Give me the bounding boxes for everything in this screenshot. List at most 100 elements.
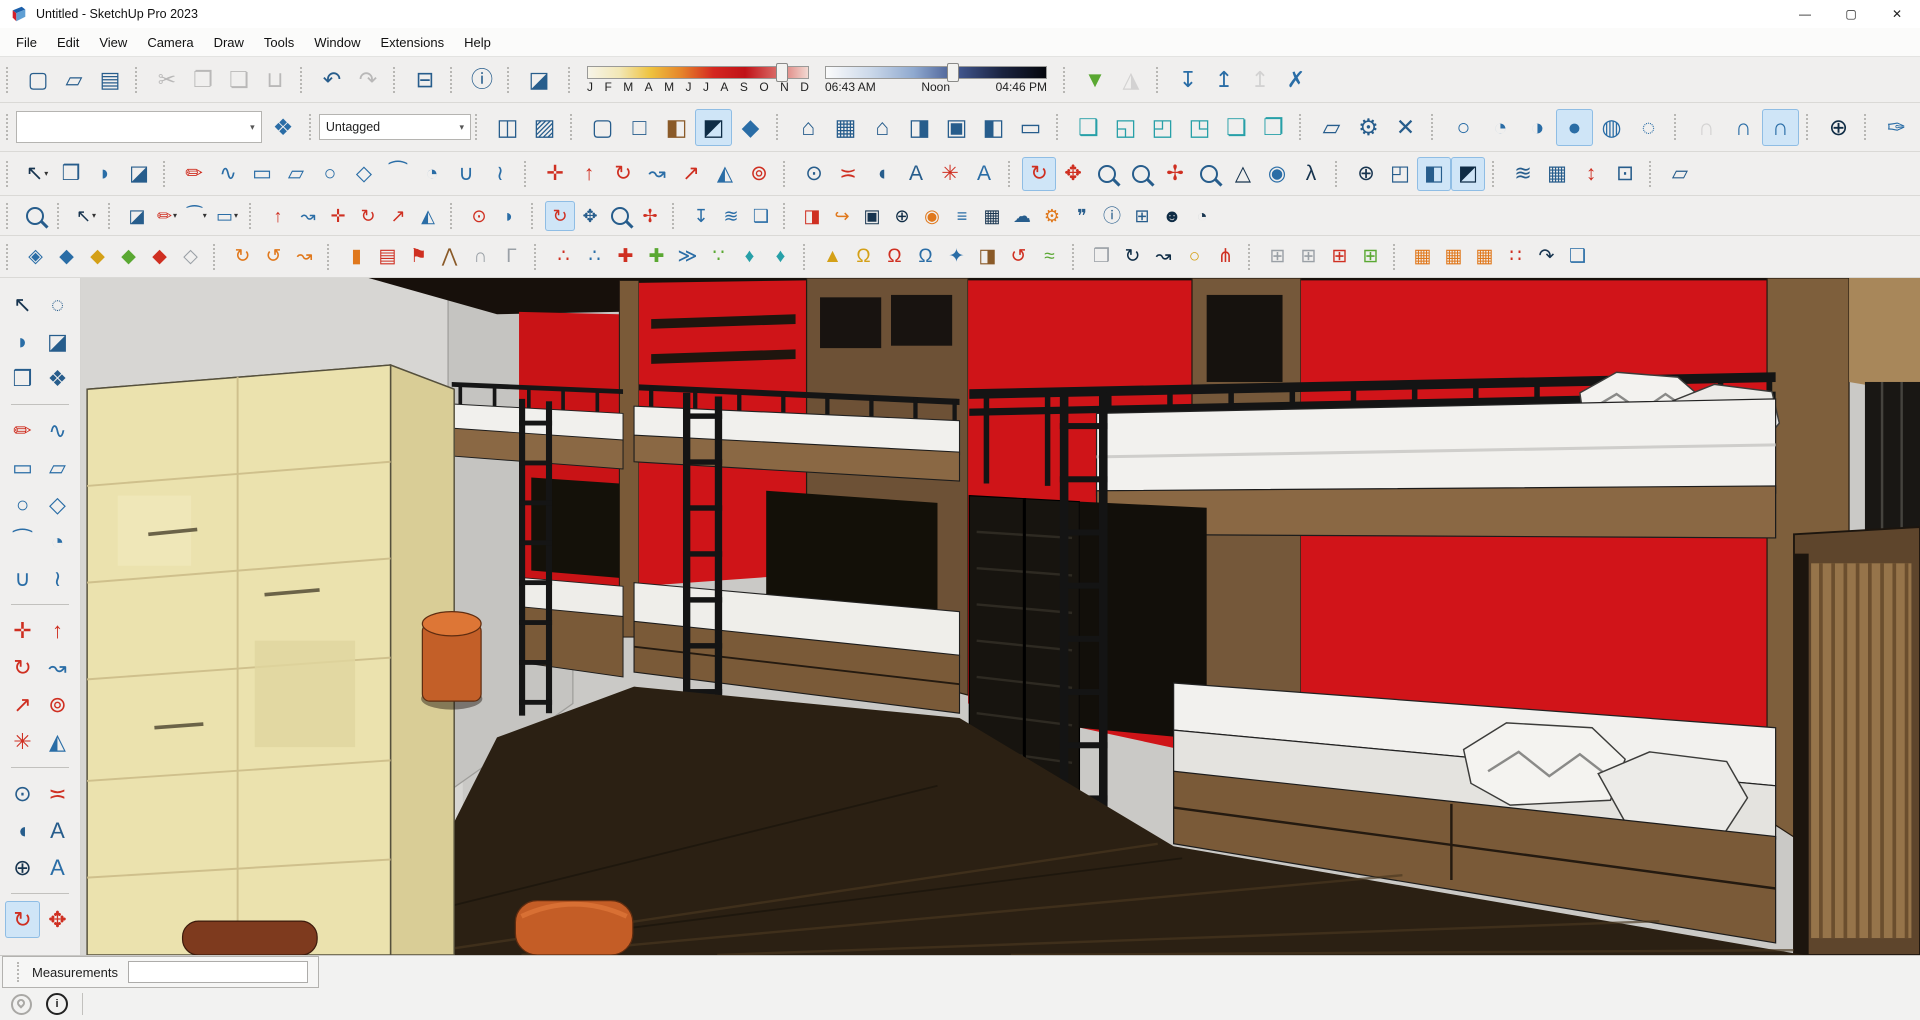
measurements-input[interactable]: [128, 961, 308, 983]
toolbar-grip[interactable]: [327, 244, 334, 270]
toolbar-grip[interactable]: [1864, 114, 1871, 140]
info-button[interactable]: ⓘ: [1097, 201, 1127, 231]
menu-item-help[interactable]: Help: [454, 31, 501, 54]
eraser-button[interactable]: ◪: [40, 323, 75, 360]
time-gradient-track[interactable]: [825, 66, 1047, 79]
select-button[interactable]: ↖▾: [20, 157, 54, 191]
dimension-button[interactable]: ≍: [40, 775, 75, 812]
view-plan-button[interactable]: ▭: [1012, 109, 1049, 146]
component-list-button[interactable]: ≡: [947, 201, 977, 231]
section-plane-button[interactable]: ◰: [1383, 157, 1417, 191]
section-tool-button[interactable]: ⊕: [1349, 157, 1383, 191]
paint-advanced-button[interactable]: ◨: [797, 201, 827, 231]
menu-item-camera[interactable]: Camera: [137, 31, 203, 54]
ext-arrows-blue-button[interactable]: ≫: [672, 241, 703, 272]
share-model-button[interactable]: ↥: [1242, 62, 1278, 98]
position-camera-button[interactable]: △: [1226, 157, 1260, 191]
circle-button[interactable]: ○: [5, 486, 40, 523]
follow-me-button[interactable]: ↝: [40, 649, 75, 686]
ext-ribbon-button[interactable]: ≈: [1034, 241, 1065, 272]
ext-cube-copy-button[interactable]: ❒: [1086, 241, 1117, 272]
add-new-button[interactable]: ⊕: [1820, 109, 1857, 146]
view-front-button[interactable]: ⌂: [864, 109, 901, 146]
toolbar-grip[interactable]: [108, 203, 115, 229]
account-avatar-button[interactable]: ☻: [1157, 201, 1187, 231]
toolbar-grip[interactable]: [803, 244, 810, 270]
ext-curl-grid-button[interactable]: ↺: [258, 241, 289, 272]
preferences-button[interactable]: ⚙: [1037, 201, 1067, 231]
style-xray-button[interactable]: ◫: [489, 109, 526, 146]
select-group-button[interactable]: ❐: [1255, 109, 1292, 146]
arc-button[interactable]: ⁀: [5, 523, 40, 560]
push-pull-button[interactable]: ↑: [40, 612, 75, 649]
quick-zoom-extents-button[interactable]: ✢: [635, 201, 665, 231]
pan-button[interactable]: ✥: [40, 901, 75, 938]
lasso-select-button[interactable]: ◌: [40, 286, 75, 323]
redo-button[interactable]: ↷: [350, 62, 386, 98]
toolbar-grip[interactable]: [1335, 161, 1342, 187]
pie-button[interactable]: ◔: [40, 523, 75, 560]
ext-diamond-blue-button[interactable]: ◆: [51, 241, 82, 272]
tape-measure-button[interactable]: ⊙: [797, 157, 831, 191]
look-around-button[interactable]: ◉: [1260, 157, 1294, 191]
open-file-button[interactable]: ▱: [56, 62, 92, 98]
toolbar-grip[interactable]: [450, 203, 457, 229]
scale-button[interactable]: ↗: [674, 157, 708, 191]
share-button[interactable]: ❑: [746, 201, 776, 231]
select-intersect-button[interactable]: ◱: [1107, 109, 1144, 146]
eraser-button[interactable]: ◪: [122, 157, 156, 191]
paint-bucket-button[interactable]: ◗: [5, 323, 40, 360]
paste-button[interactable]: ❏: [221, 62, 257, 98]
quick-push-pull-button[interactable]: ↑: [263, 201, 293, 231]
toolbar-grip[interactable]: [783, 203, 790, 229]
geolocation-button[interactable]: [6, 991, 36, 1017]
ext-diamond-wire-button[interactable]: ◇: [175, 241, 206, 272]
protractor-button[interactable]: ◖: [865, 157, 899, 191]
zoom-button[interactable]: [1090, 157, 1124, 191]
sandbox-from-scratch-button[interactable]: ▦: [1540, 157, 1574, 191]
ext-panel-striped-button[interactable]: ▤: [372, 241, 403, 272]
style-monochrome-button[interactable]: ◆: [732, 109, 769, 146]
toolbar-grip[interactable]: [17, 962, 24, 982]
ext-horseshoe-red-button[interactable]: Ω: [879, 241, 910, 272]
magnet-on-button[interactable]: ∩: [1725, 109, 1762, 146]
cart-button[interactable]: ⊞: [1127, 201, 1157, 231]
push-pull-button[interactable]: ↑: [572, 157, 606, 191]
tape-measure-button[interactable]: ⊙: [5, 775, 40, 812]
axes-button[interactable]: ✳: [5, 723, 40, 760]
arc-3-point-button[interactable]: ∪: [449, 157, 483, 191]
menu-item-file[interactable]: File: [6, 31, 47, 54]
menu-item-edit[interactable]: Edit: [47, 31, 89, 54]
select-union-button[interactable]: ❑: [1070, 109, 1107, 146]
scale-button[interactable]: ↗: [5, 686, 40, 723]
bezier-button[interactable]: ≀: [40, 560, 75, 597]
offset-button[interactable]: ⊚: [40, 686, 75, 723]
select-button[interactable]: ↖: [5, 286, 40, 323]
pan-button[interactable]: ✥: [1056, 157, 1090, 191]
toolbar-grip[interactable]: [6, 114, 12, 140]
toolbar-grip[interactable]: [300, 67, 307, 93]
sandbox-from-contours-button[interactable]: ≋: [1506, 157, 1540, 191]
drop-half-button[interactable]: ◑: [1519, 109, 1556, 146]
new-file-button[interactable]: ▢: [20, 62, 56, 98]
quick-dimension-button[interactable]: ⊙: [464, 201, 494, 231]
line-button[interactable]: ✏: [177, 157, 211, 191]
toolbar-grip[interactable]: [570, 114, 577, 140]
quick-orbit-button[interactable]: ↻: [545, 201, 575, 231]
drop-hatched-button[interactable]: ◌: [1630, 109, 1667, 146]
tag-tool-button[interactable]: ❖: [265, 109, 302, 146]
rotate-button[interactable]: ↻: [5, 649, 40, 686]
ext-hatch-diamond-button[interactable]: ◈: [20, 241, 51, 272]
quick-rotate-button[interactable]: ↻: [353, 201, 383, 231]
toolbar-grip[interactable]: [1674, 114, 1681, 140]
text-button[interactable]: A: [899, 157, 933, 191]
view-back-button[interactable]: ▣: [938, 109, 975, 146]
magnet-off-button[interactable]: ∩: [1688, 109, 1725, 146]
ext-horseshoe-gold-button[interactable]: Ω: [848, 241, 879, 272]
drop-full-button[interactable]: ●: [1556, 109, 1593, 146]
toolbar-grip[interactable]: [1008, 161, 1015, 187]
folder-button[interactable]: ▱: [1663, 157, 1697, 191]
select-copy-button[interactable]: ❏: [1218, 109, 1255, 146]
ext-scatter-button[interactable]: ∷: [1500, 241, 1531, 272]
toolbar-grip[interactable]: [534, 244, 541, 270]
